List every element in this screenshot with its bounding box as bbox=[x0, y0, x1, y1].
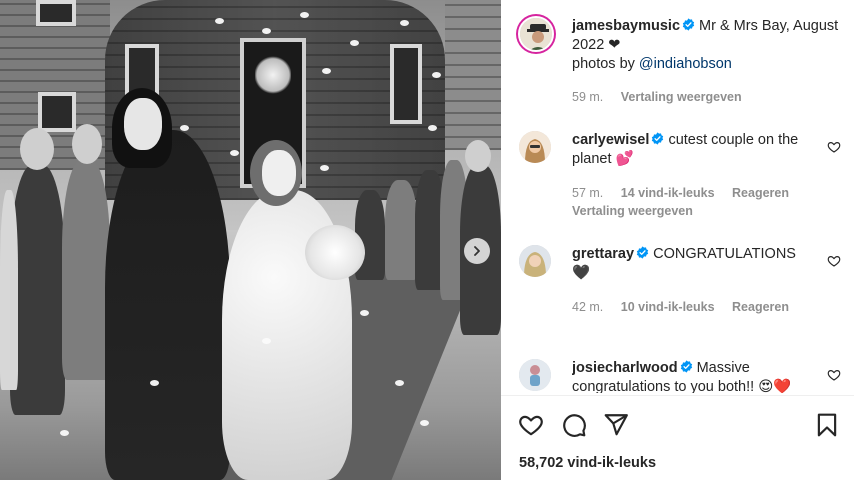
petal bbox=[262, 28, 271, 34]
petal bbox=[360, 310, 369, 316]
comment: carlyewisel cutest couple on the planet … bbox=[572, 131, 812, 169]
commenter-avatar[interactable] bbox=[519, 131, 551, 163]
comment-like-heart-icon[interactable] bbox=[827, 140, 841, 154]
photographer-mention[interactable]: @indiahobson bbox=[639, 56, 732, 72]
petal bbox=[432, 72, 441, 78]
comment-like-heart-icon[interactable] bbox=[827, 254, 841, 268]
comment-translate-button[interactable]: Vertaling weergeven bbox=[572, 204, 693, 218]
reply-button[interactable]: Reageren bbox=[732, 186, 789, 200]
post-photo[interactable] bbox=[0, 0, 501, 480]
next-photo-button[interactable] bbox=[464, 238, 490, 264]
comment-emoji: 💕 bbox=[615, 151, 634, 167]
post-time[interactable]: 59 m. bbox=[572, 90, 603, 104]
chevron-right-icon bbox=[474, 246, 480, 256]
reply-button[interactable]: Reageren bbox=[732, 300, 789, 314]
author-avatar[interactable] bbox=[518, 16, 554, 52]
petal bbox=[400, 20, 409, 26]
comment: josiecharlwood Massive congratulations t… bbox=[572, 359, 812, 393]
paper-plane-icon[interactable] bbox=[603, 412, 629, 438]
verified-badge-icon bbox=[680, 360, 692, 373]
petal bbox=[395, 380, 404, 386]
window bbox=[38, 92, 76, 132]
petal bbox=[230, 150, 239, 156]
post-action-bar: 58,702 vind-ik-leuks bbox=[501, 395, 854, 480]
petal bbox=[420, 420, 429, 426]
comment-username[interactable]: grettaray bbox=[572, 246, 634, 262]
comment-meta: 57 m. 14 vind-ik-leuks Reageren bbox=[572, 186, 803, 200]
avatar-image bbox=[520, 18, 552, 50]
petal bbox=[350, 40, 359, 46]
petal bbox=[322, 68, 331, 74]
avatar-image bbox=[519, 245, 551, 277]
comment-emoji: 🖤 bbox=[572, 265, 591, 281]
caption: jamesbaymusic Mr & Mrs Bay, August 2022 … bbox=[572, 17, 842, 74]
guest bbox=[385, 180, 417, 280]
caption-emoji: ❤ bbox=[608, 37, 621, 53]
comment-meta: 42 m. 10 vind-ik-leuks Reageren bbox=[572, 300, 803, 314]
guest-head bbox=[72, 124, 102, 164]
groom bbox=[105, 130, 230, 480]
petal bbox=[180, 125, 189, 131]
guest bbox=[0, 190, 18, 390]
commenter-avatar[interactable] bbox=[519, 359, 551, 391]
comment-username[interactable]: josiecharlwood bbox=[572, 360, 678, 376]
guest bbox=[62, 160, 110, 380]
window bbox=[390, 44, 422, 124]
bride-face bbox=[262, 150, 296, 196]
comment-username[interactable]: carlyewisel bbox=[572, 132, 649, 148]
groom-face bbox=[124, 98, 162, 150]
window bbox=[36, 0, 76, 26]
comment-like-heart-icon[interactable] bbox=[827, 368, 841, 382]
verified-badge-icon bbox=[652, 132, 664, 145]
guest-head bbox=[465, 140, 491, 172]
guest bbox=[10, 165, 65, 415]
comment-time[interactable]: 57 m. bbox=[572, 186, 603, 200]
post-detail-panel: jamesbaymusic Mr & Mrs Bay, August 2022 … bbox=[501, 0, 854, 480]
verified-badge-icon bbox=[636, 246, 649, 259]
comment-text: CONGRATULATIONS bbox=[653, 246, 796, 262]
avatar-image bbox=[519, 359, 551, 391]
comment-emoji: 😍❤️ bbox=[758, 379, 792, 393]
heart-icon[interactable] bbox=[518, 412, 544, 438]
petal bbox=[428, 125, 437, 131]
author-username[interactable]: jamesbaymusic bbox=[572, 18, 680, 34]
guest-head bbox=[20, 128, 54, 170]
verified-badge-icon bbox=[682, 18, 695, 31]
photos-by-prefix: photos by bbox=[572, 56, 639, 72]
petal bbox=[150, 380, 159, 386]
chandelier bbox=[255, 55, 291, 95]
petal bbox=[215, 18, 224, 24]
comment-likes[interactable]: 14 vind-ik-leuks bbox=[621, 186, 715, 200]
comment-bubble-icon[interactable] bbox=[561, 412, 587, 438]
comment-likes[interactable]: 10 vind-ik-leuks bbox=[621, 300, 715, 314]
building-wing-right bbox=[445, 0, 501, 150]
petal bbox=[60, 430, 69, 436]
petal bbox=[320, 165, 329, 171]
petal bbox=[300, 12, 309, 18]
caption-translate-button[interactable]: Vertaling weergeven bbox=[621, 90, 742, 104]
commenter-avatar[interactable] bbox=[519, 245, 551, 277]
petal bbox=[262, 338, 271, 344]
bookmark-icon[interactable] bbox=[814, 412, 840, 438]
avatar-image bbox=[519, 131, 551, 163]
comment-time[interactable]: 42 m. bbox=[572, 300, 603, 314]
bouquet bbox=[305, 225, 365, 280]
post-like-count[interactable]: 58,702 vind-ik-leuks bbox=[519, 455, 656, 471]
caption-meta: 59 m. Vertaling weergeven bbox=[572, 90, 756, 104]
comment-translate: Vertaling weergeven bbox=[572, 204, 707, 218]
comment: grettaray CONGRATULATIONS 🖤 bbox=[572, 245, 812, 283]
